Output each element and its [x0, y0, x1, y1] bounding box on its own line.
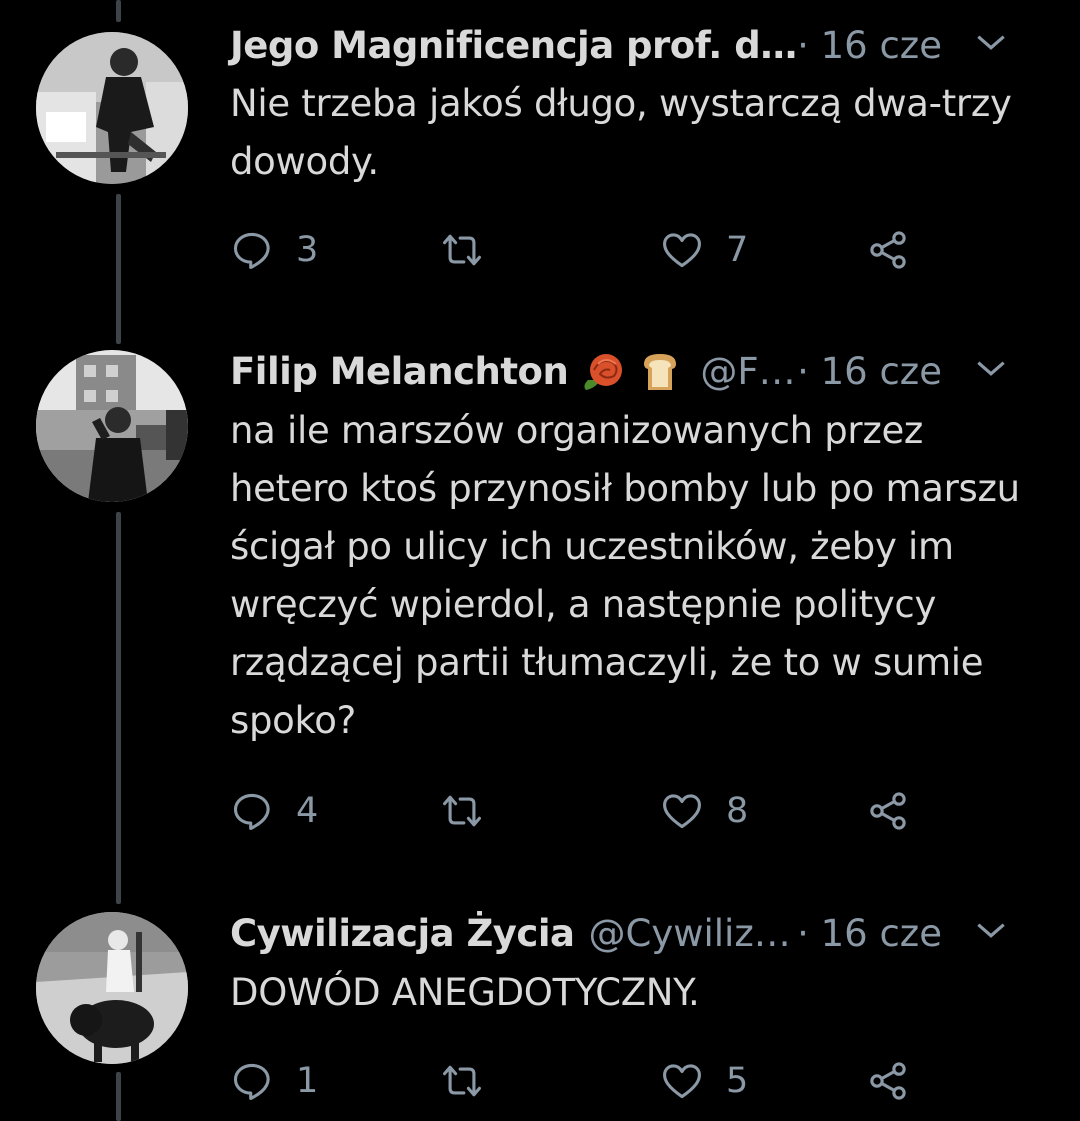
- tweet-text: na ile marszów organizowanych przez hete…: [230, 409, 1020, 742]
- timestamp[interactable]: · 16 cze: [797, 912, 942, 955]
- avatar[interactable]: [36, 32, 188, 184]
- author-handle[interactable]: @Cywiliz…: [589, 912, 791, 955]
- share-icon: [870, 792, 906, 830]
- share-icon: [870, 1062, 906, 1100]
- like-icon: [663, 233, 701, 268]
- author-handle[interactable]: @F…: [700, 350, 795, 393]
- reply-icon: [233, 1063, 270, 1100]
- like-button[interactable]: 5: [660, 1056, 748, 1106]
- retweet-icon: [443, 795, 481, 827]
- reply-icon: [233, 793, 270, 830]
- retweet-icon: [443, 234, 481, 266]
- author-name[interactable]: Filip Melanchton: [230, 350, 569, 393]
- thread-line: [116, 1072, 121, 1121]
- bread-icon: [644, 354, 677, 390]
- timestamp[interactable]: · 16 cze: [797, 24, 942, 67]
- retweet-button[interactable]: [440, 786, 506, 836]
- share-button[interactable]: [866, 225, 910, 275]
- thread-line: [116, 194, 121, 344]
- reply-button[interactable]: 1: [230, 1056, 318, 1106]
- reply-button[interactable]: 4: [230, 786, 318, 836]
- chevron-down-icon[interactable]: [972, 350, 1010, 388]
- thread-line: [116, 0, 121, 22]
- share-icon: [870, 231, 906, 269]
- author-name[interactable]: Cywilizacja Życia: [230, 912, 575, 955]
- retweet-button[interactable]: [440, 225, 506, 275]
- tweet-text: DOWÓD ANEGDOTYCZNY.: [230, 971, 700, 1014]
- reply-count: 4: [296, 791, 319, 831]
- author-name[interactable]: Jego Magnificencja prof. d…: [230, 24, 797, 67]
- rose-icon: [584, 354, 623, 390]
- like-count: 5: [726, 1061, 749, 1101]
- like-button[interactable]: 8: [660, 786, 748, 836]
- like-button[interactable]: 7: [660, 225, 748, 275]
- like-count: 8: [726, 791, 749, 831]
- chevron-down-icon[interactable]: [972, 24, 1010, 62]
- timestamp[interactable]: · 16 cze: [797, 350, 942, 393]
- chevron-down-icon[interactable]: [972, 912, 1010, 950]
- like-icon: [663, 1064, 701, 1099]
- retweet-icon: [443, 1065, 481, 1097]
- tweet-text: Nie trzeba jakoś długo, wystarczą dwa-tr…: [230, 82, 1012, 183]
- name-emojis: [580, 350, 686, 392]
- reply-button[interactable]: 3: [230, 225, 318, 275]
- reply-icon: [233, 232, 270, 269]
- reply-count: 1: [296, 1061, 319, 1101]
- avatar[interactable]: [36, 350, 188, 502]
- like-count: 7: [726, 230, 749, 270]
- like-icon: [663, 794, 701, 829]
- reply-count: 3: [296, 230, 319, 270]
- avatar[interactable]: [36, 912, 188, 1064]
- retweet-button[interactable]: [440, 1056, 506, 1106]
- thread-line: [116, 512, 121, 904]
- share-button[interactable]: [866, 786, 910, 836]
- share-button[interactable]: [866, 1056, 910, 1106]
